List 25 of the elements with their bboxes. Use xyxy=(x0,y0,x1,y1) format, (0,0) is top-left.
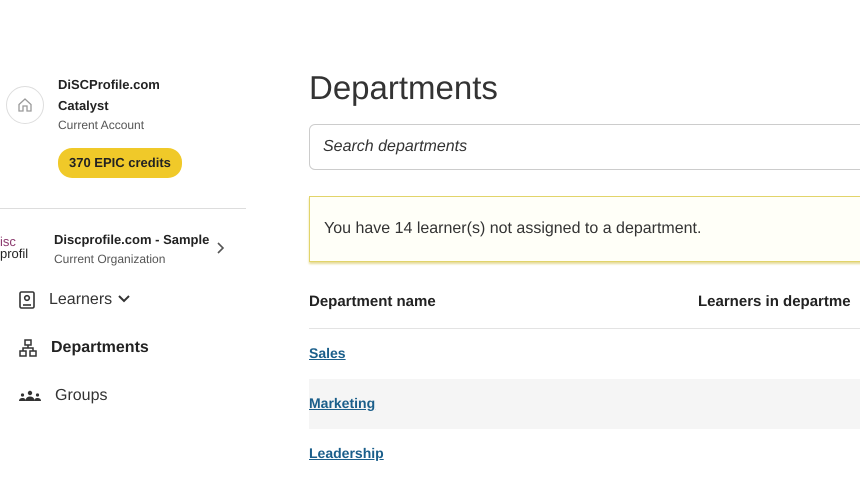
home-button[interactable] xyxy=(6,86,44,124)
account-plan: Catalyst xyxy=(58,97,110,115)
account-name: DiSCProfile.com xyxy=(58,76,161,94)
chevron-right-icon xyxy=(217,242,226,254)
search-field[interactable]: Search departments xyxy=(309,124,860,170)
organization-caption: Current Organization xyxy=(54,250,166,268)
nav-item[interactable]: Groups xyxy=(0,372,108,420)
hierarchy-icon xyxy=(19,338,37,356)
home-icon xyxy=(17,97,33,113)
department-link[interactable]: Leadership xyxy=(309,443,384,464)
nav-item[interactable]: Learners xyxy=(0,276,130,324)
contact-card-icon xyxy=(19,290,35,308)
column-header: Department name xyxy=(309,292,437,312)
notice-banner: You have 14 learner(s) not assigned to a department. xyxy=(309,196,860,262)
column-header: Learners in departme xyxy=(698,292,851,312)
chevron-down-icon xyxy=(118,295,130,304)
account-caption: Current Account xyxy=(58,117,146,134)
credits-badge: 370 EPIC credits xyxy=(58,148,182,178)
page-title: Departments xyxy=(309,68,499,108)
group-icon xyxy=(19,390,41,402)
organization-name: Discprofile.com - Sample xyxy=(54,230,210,249)
org-logo: isc profil xyxy=(0,236,30,260)
department-link[interactable]: Sales xyxy=(309,343,346,364)
nav-item[interactable]: Departments xyxy=(0,324,149,372)
department-link[interactable]: Marketing xyxy=(309,393,376,414)
